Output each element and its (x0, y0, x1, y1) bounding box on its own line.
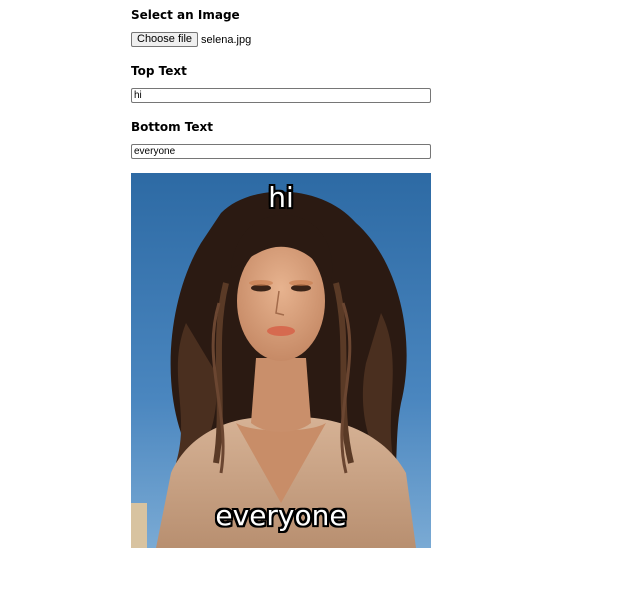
file-picker[interactable]: Choose file selena.jpg (131, 32, 251, 47)
top-text-label: Top Text (131, 64, 187, 78)
meme-preview: hi everyone (131, 173, 431, 548)
meme-top-text: hi (268, 181, 294, 214)
bottom-text-input[interactable] (131, 144, 431, 159)
top-text-input[interactable] (131, 88, 431, 103)
bottom-text-label: Bottom Text (131, 120, 213, 134)
selected-file-name: selena.jpg (201, 33, 252, 46)
meme-photo (131, 173, 431, 548)
meme-bottom-text: everyone (215, 499, 347, 532)
choose-file-button[interactable]: Choose file (131, 32, 199, 47)
select-image-label: Select an Image (131, 8, 240, 22)
